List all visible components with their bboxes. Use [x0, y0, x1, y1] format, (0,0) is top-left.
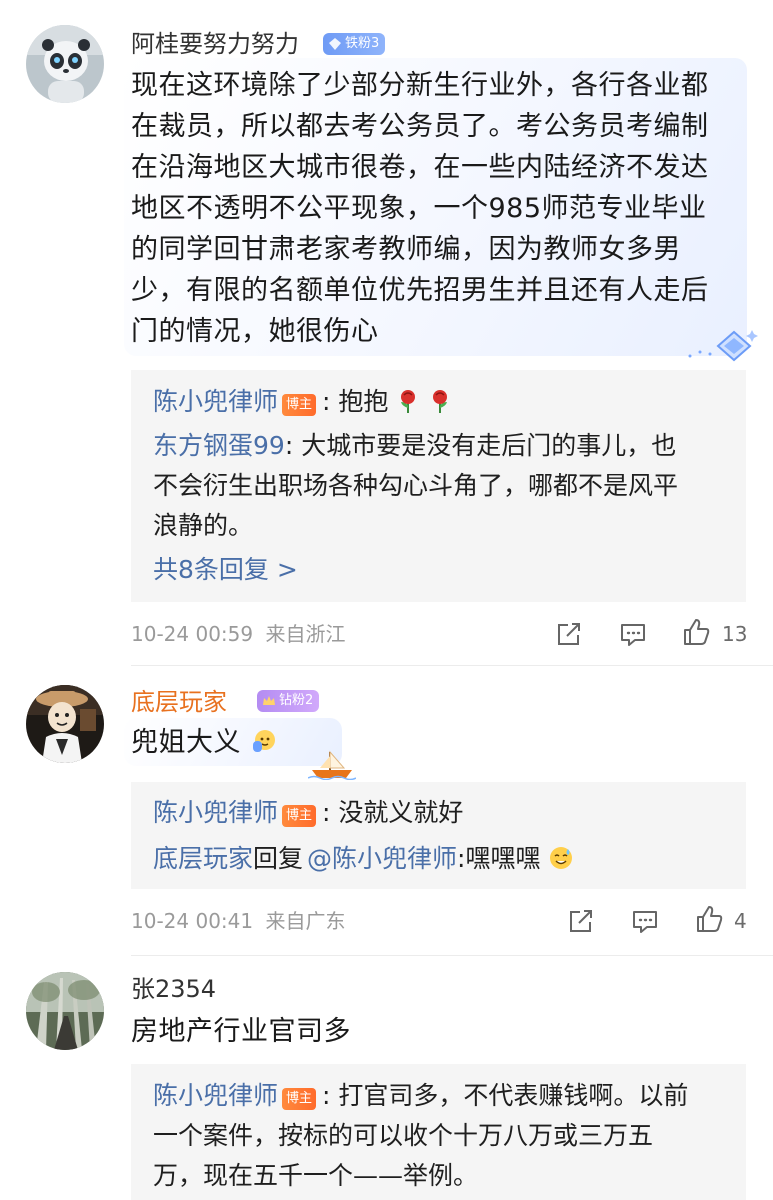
reply-item[interactable]: 陈小兜律师 博主: 打官司多，不代表赚钱啊。以前: [153, 1076, 688, 1116]
host-tag: 博主: [282, 1088, 317, 1110]
username[interactable]: 张2354: [131, 973, 216, 1005]
avatar[interactable]: [26, 972, 104, 1050]
comment-3: 张2354 房地产行业官司多 陈小兜律师 博主: 打官司多，不代表赚钱啊。以前 一…: [0, 0, 773, 1200]
reply-author[interactable]: 陈小兜律师: [153, 1081, 278, 1110]
reply-box: 陈小兜律师 博主: 打官司多，不代表赚钱啊。以前 一个案件，按标的可以收个十万八万…: [131, 1064, 746, 1200]
reply-text: 打官司多，不代表赚钱啊。以前: [338, 1081, 689, 1110]
comment-text: 房地产行业官司多: [131, 1016, 351, 1047]
reply-text-continued: 万，现在五千一个——举例。: [153, 1161, 479, 1190]
reply-text-continued: 一个案件，按标的可以收个十万八万或三万五: [153, 1121, 654, 1150]
